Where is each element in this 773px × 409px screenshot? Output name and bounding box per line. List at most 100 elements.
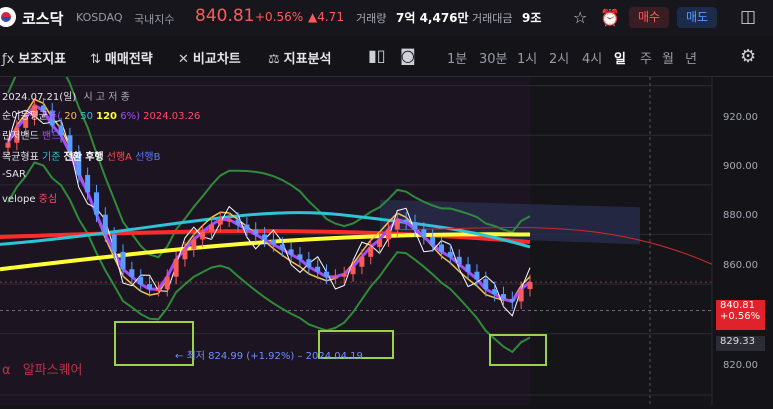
candle-body (394, 219, 400, 230)
index-code: KOSDAQ (76, 11, 123, 24)
legend-sar: -SAR (2, 169, 26, 180)
candle-body (430, 236, 436, 245)
period-5[interactable]: 일 (614, 48, 626, 67)
header-bar: 코스닥 KOSDAQ 국내지수 840.81 +0.56% ▲4.71 거래량 … (0, 0, 773, 36)
period-0[interactable]: 1분 (447, 48, 467, 67)
current-price-tag: 840.81 +0.56% (716, 300, 765, 330)
candle-body (164, 276, 170, 290)
candle-body (138, 276, 144, 285)
candle-icon[interactable]: ▮▯ (368, 46, 386, 65)
candle-body (270, 239, 276, 245)
volume-label: 거래량 (356, 12, 387, 25)
legend-ichimoku: 목균형표 기준 전환 후행 선행A 선행B (2, 152, 161, 163)
legend-ma: 순이동평균주( 20 50 120 6%) 2024.03.26 (2, 111, 201, 122)
candle-body (120, 251, 126, 270)
candle-body (155, 289, 161, 292)
candle-body (262, 234, 268, 240)
period-1[interactable]: 30분 (479, 48, 508, 67)
candle-body (500, 294, 506, 299)
candle-body (385, 229, 391, 240)
candle-body (93, 192, 99, 215)
axis-tick: 820.00 (723, 360, 758, 371)
candle-body (439, 244, 445, 252)
candle-body (421, 229, 427, 237)
arrows-icon: ⇅ (90, 52, 101, 67)
candle-body (235, 219, 241, 225)
alarm-icon[interactable]: ⏰ (600, 8, 620, 27)
amount-label: 거래대금 (472, 12, 513, 25)
candle-body (226, 219, 232, 222)
amount-value: 9조 (522, 11, 542, 25)
candle-body (129, 269, 135, 277)
crosshair-price-tag: 829.33 (716, 336, 765, 351)
tool-label: 비교차트 (192, 52, 241, 67)
price-chart[interactable] (0, 41, 773, 405)
candle-body (474, 271, 480, 280)
axis-tick: 860.00 (723, 260, 758, 271)
current-price: 840.81 (195, 6, 255, 26)
index-name: 코스닥 (22, 10, 64, 28)
legend-envelope: velope 중심 (2, 194, 58, 205)
candle-body (492, 289, 498, 295)
low-annotation: ← 최저 824.99 (+1.92%) – 2024.04.19 (175, 351, 363, 362)
candle-body (332, 276, 338, 279)
settings-gear-icon[interactable]: ⚙ (740, 46, 756, 67)
tool-analysis[interactable]: ⚖ 지표분석 (268, 48, 332, 67)
period-4[interactable]: 4시 (582, 48, 602, 67)
tool-compare[interactable]: ✕ 비교차트 (178, 48, 241, 67)
period-8[interactable]: 년 (685, 48, 697, 67)
candle-body (509, 298, 515, 302)
period-2[interactable]: 1시 (517, 48, 537, 67)
candle-body (253, 229, 259, 235)
candle-body (483, 279, 489, 290)
camera-icon[interactable]: ◙ (400, 46, 416, 65)
candle-body (412, 222, 418, 230)
buy-button[interactable]: 매수 (629, 7, 669, 28)
tool-label: 지표분석 (283, 52, 332, 67)
candle-body (191, 239, 197, 250)
candle-body (456, 256, 462, 265)
sell-button[interactable]: 매도 (677, 7, 717, 28)
panel-toggle-icon[interactable]: ◫ (740, 7, 756, 27)
candle-body (315, 266, 321, 272)
axis-tick: 920.00 (723, 112, 758, 123)
candle-body (324, 271, 330, 277)
candle-body (350, 266, 356, 275)
candle-body (200, 232, 206, 240)
candle-body (173, 259, 179, 277)
volume-value: 7억 4,476만 (396, 11, 469, 25)
tool-indicators[interactable]: ƒx 보조지표 (2, 48, 66, 67)
candle-body (279, 244, 285, 250)
chart-area[interactable] (0, 41, 773, 405)
candle-body (147, 284, 153, 290)
tool-strategy[interactable]: ⇅ 매매전략 (90, 48, 153, 67)
fx-icon: ƒx (2, 52, 15, 67)
watermark-logo: α 알파스퀘어 (2, 363, 83, 378)
period-7[interactable]: 월 (662, 48, 674, 67)
candle-body (244, 224, 250, 230)
period-3[interactable]: 2시 (549, 48, 569, 67)
candle-body (359, 256, 365, 267)
candle-body (111, 234, 117, 252)
candle-body (288, 249, 294, 255)
axis-tick: 880.00 (723, 210, 758, 221)
candle-body (518, 289, 524, 302)
korea-flag-icon (0, 7, 16, 27)
candle-body (368, 246, 374, 257)
candle-body (527, 282, 533, 290)
change-absolute: ▲4.71 (308, 10, 344, 24)
period-6[interactable]: 주 (640, 48, 652, 67)
candle-body (306, 259, 312, 267)
candle-body (403, 219, 409, 223)
axis-tick: 900.00 (723, 161, 758, 172)
star-icon[interactable]: ☆ (573, 8, 587, 27)
candle-body (377, 239, 383, 247)
index-category: 국내지수 (134, 13, 175, 26)
cross-arrows-icon: ✕ (178, 52, 189, 67)
tool-label: 매매전략 (104, 52, 153, 67)
candle-body (447, 251, 453, 257)
legend-date: 2024.07.21(일) 시 고 저 종 (2, 92, 130, 103)
candle-body (182, 249, 188, 260)
candle-body (297, 254, 303, 260)
change-percent: +0.56% (255, 10, 304, 24)
